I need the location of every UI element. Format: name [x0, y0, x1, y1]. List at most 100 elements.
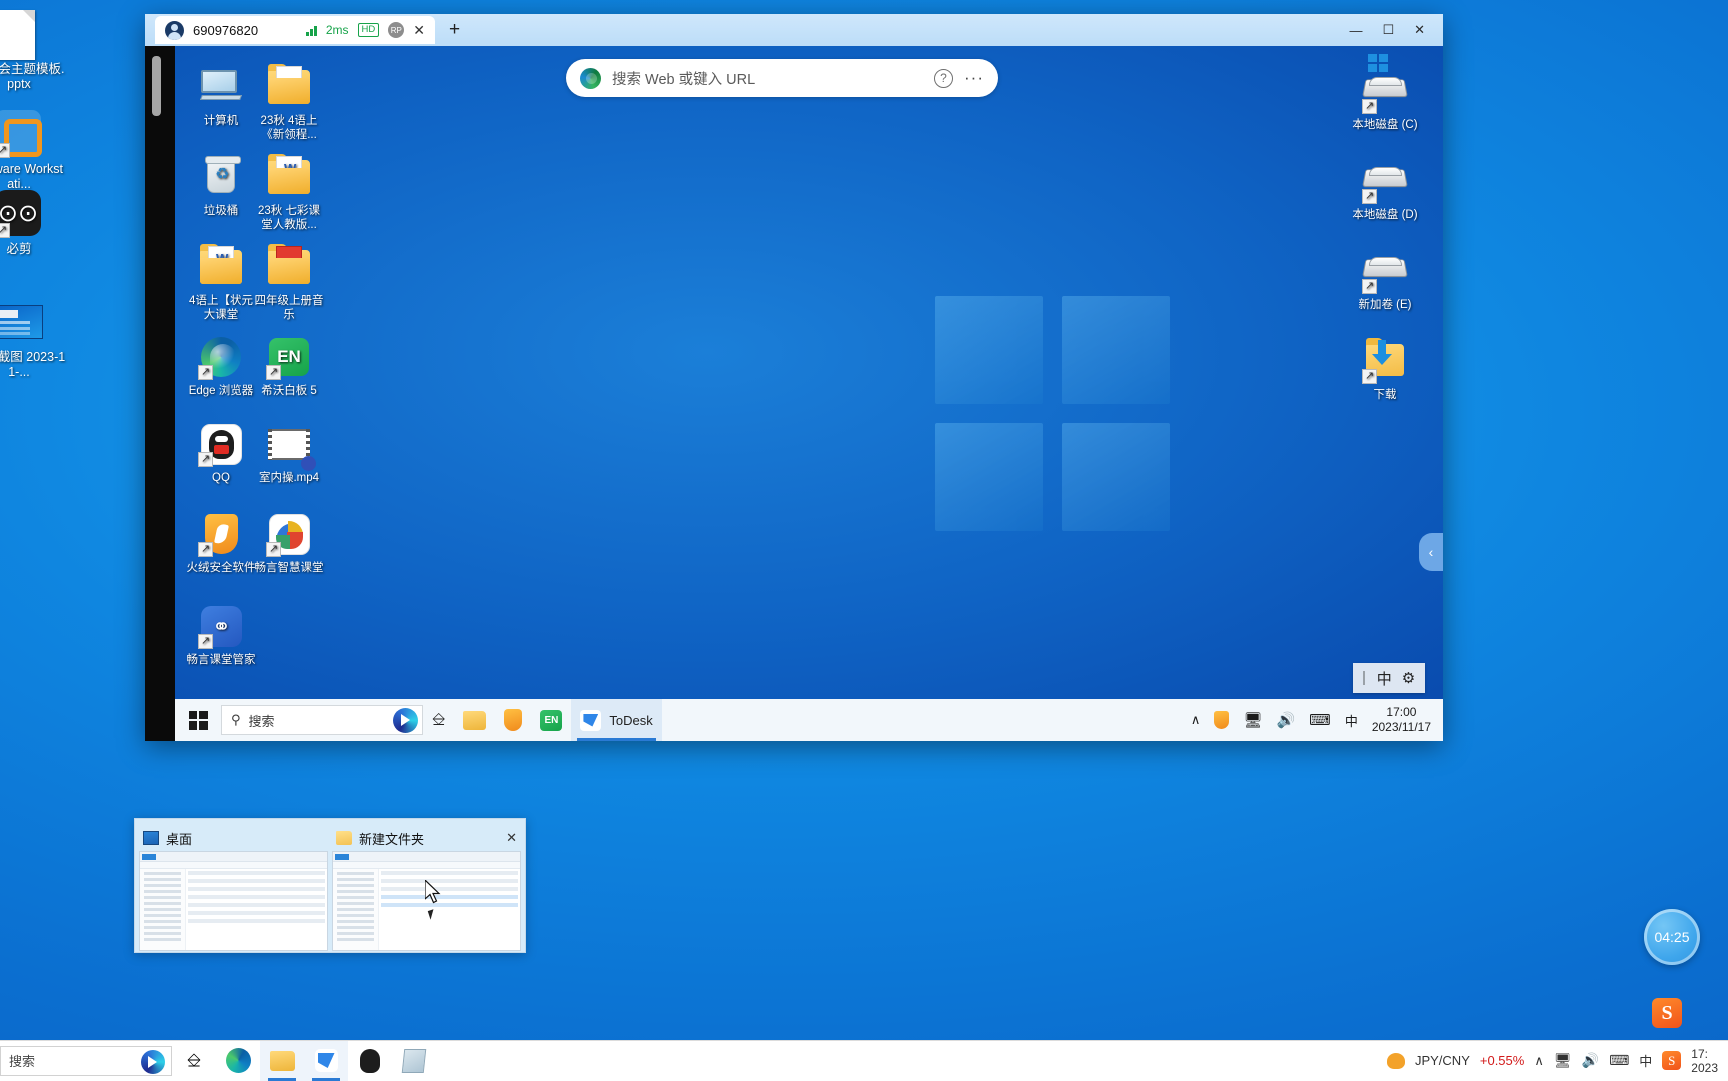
- close-tab-icon[interactable]: ✕: [413, 22, 425, 39]
- remote-scrollbar[interactable]: [145, 46, 175, 741]
- desktop-icon-label: 4语上【状元大课堂: [185, 294, 257, 322]
- maximize-button[interactable]: ☐: [1382, 22, 1394, 38]
- network-icon[interactable]: 🖥: [1243, 711, 1262, 729]
- close-button[interactable]: ✕: [1414, 22, 1425, 38]
- folder-icon: [198, 244, 244, 290]
- thumbnail-item-desktop[interactable]: 桌面: [139, 825, 328, 952]
- desktop-icon-changyan-classroom[interactable]: ↗ 畅言智慧课堂: [253, 511, 325, 575]
- sogou-icon[interactable]: S: [1662, 1051, 1681, 1070]
- tray-chevron-icon[interactable]: ∧: [1534, 1053, 1544, 1069]
- keyboard-icon[interactable]: ⌨: [1309, 711, 1331, 729]
- desktop-icon-bijian[interactable]: ⊙⊙ ↗ 必剪: [0, 190, 66, 257]
- taskbar-edge[interactable]: [216, 1041, 260, 1081]
- collapse-panel-button[interactable]: ‹: [1419, 533, 1443, 571]
- taskbar-task-view[interactable]: ⎒: [423, 699, 454, 741]
- taskbar-app-label: ToDesk: [609, 713, 652, 728]
- taskbar-task-view[interactable]: ⎒: [172, 1041, 216, 1081]
- ime-mode-label[interactable]: 中: [1377, 668, 1392, 689]
- taskbar-seewo[interactable]: EN: [531, 699, 571, 741]
- desktop-icon-qq[interactable]: ↗ QQ: [185, 421, 257, 485]
- desktop-icon-video-mp4[interactable]: 室内操.mp4: [253, 421, 325, 485]
- remote-desktop-screen[interactable]: 搜索 Web 或键入 URL ? ··· 计算机 23秋 4语上《新领程... …: [175, 46, 1443, 741]
- desktop-icon-folder-23qiu-qicai[interactable]: 23秋 七彩课堂人教版...: [253, 154, 325, 232]
- desktop-icon-label: 四年级上册音乐: [253, 294, 325, 322]
- cortana-icon[interactable]: [393, 708, 418, 733]
- tray-chevron-icon[interactable]: ∧: [1191, 712, 1201, 728]
- floating-timer-badge[interactable]: 04:25: [1644, 909, 1700, 965]
- desktop-icon-recycle-bin[interactable]: 垃圾桶: [185, 154, 257, 218]
- taskbar-huorong[interactable]: [495, 699, 531, 741]
- rp-badge[interactable]: RP: [388, 22, 404, 38]
- bijian-icon: ⊙⊙ ↗: [0, 190, 43, 238]
- host-taskbar[interactable]: 搜索 ⎒ JPY/CNY +0.55% ∧ 🖥 🔊: [0, 1040, 1728, 1080]
- quality-badge[interactable]: HD: [358, 23, 380, 37]
- thumbnail-header: 桌面: [139, 825, 328, 851]
- ime-floating-bar[interactable]: 中 ⚙: [1353, 663, 1425, 693]
- scrollbar-thumb[interactable]: [152, 56, 161, 116]
- folder-icon: [336, 831, 352, 845]
- outer-desktop[interactable]: 班队会主题模板.pptx ↗ VMware Workstati... ⊙⊙ ↗ …: [0, 0, 1728, 1080]
- desktop-icon-downloads[interactable]: ↗ 下载: [1349, 338, 1421, 402]
- todesk-window[interactable]: 690976820 2ms HD RP ✕ + — ☐ ✕: [145, 14, 1443, 741]
- window-controls[interactable]: — ☐ ✕: [1349, 22, 1443, 38]
- desktop-icon-folder-music[interactable]: 四年级上册音乐: [253, 244, 325, 322]
- desktop-icon-changyan-manager[interactable]: ⚭ ↗ 畅言课堂管家: [185, 603, 257, 667]
- host-system-tray[interactable]: JPY/CNY +0.55% ∧ 🖥 🔊 ⌨ 中 S 17: 2023: [1387, 1047, 1728, 1075]
- taskbar-thumbnail-preview[interactable]: 桌面 新建文件夹 ✕: [134, 818, 526, 953]
- gear-icon[interactable]: ⚙: [1402, 669, 1415, 687]
- desktop-icon-huorong[interactable]: ↗ 火绒安全软件: [185, 511, 257, 575]
- edge-address-bar[interactable]: 搜索 Web 或键入 URL ? ···: [566, 59, 998, 97]
- new-tab-button[interactable]: +: [449, 19, 460, 41]
- desktop-icon-drive-e[interactable]: ↗ 新加卷 (E): [1349, 248, 1421, 312]
- todesk-titlebar[interactable]: 690976820 2ms HD RP ✕ + — ☐ ✕: [145, 14, 1443, 46]
- thumbnail-image[interactable]: [139, 851, 328, 951]
- drag-handle[interactable]: [1363, 671, 1365, 685]
- search-input[interactable]: ⚲ 搜索: [221, 705, 423, 735]
- drive-icon: ↗: [1362, 68, 1408, 114]
- search-input[interactable]: 搜索: [0, 1046, 172, 1076]
- shortcut-arrow-icon: ↗: [198, 365, 213, 380]
- ime-mode-label[interactable]: 中: [1639, 1051, 1652, 1070]
- taskbar-todesk[interactable]: [304, 1041, 348, 1081]
- desktop-icon: [143, 831, 159, 845]
- ime-mode-label[interactable]: 中: [1345, 711, 1358, 730]
- signal-strength-icon: [306, 25, 317, 36]
- clock[interactable]: 17:00 2023/11/17: [1372, 705, 1431, 735]
- qq-icon: ↗: [198, 421, 244, 467]
- desktop-icon-label: 23秋 4语上《新领程...: [253, 114, 325, 142]
- sogou-input-float-icon[interactable]: S: [1652, 998, 1682, 1028]
- keyboard-icon[interactable]: ⌨: [1609, 1052, 1629, 1069]
- desktop-icon-computer[interactable]: 计算机: [185, 64, 257, 128]
- desktop-icon-vmware[interactable]: ↗ VMware Workstati...: [0, 110, 66, 192]
- network-icon[interactable]: 🖥: [1554, 1052, 1572, 1069]
- huorong-icon[interactable]: [1214, 711, 1229, 729]
- clock[interactable]: 17: 2023: [1691, 1047, 1718, 1075]
- taskbar-notepad[interactable]: [392, 1041, 436, 1081]
- desktop-icon-drive-c[interactable]: ↗ 本地磁盘 (C): [1349, 68, 1421, 132]
- downloads-folder-icon: ↗: [1362, 338, 1408, 384]
- remote-taskbar[interactable]: ⚲ 搜索 ⎒ EN: [175, 699, 1443, 741]
- desktop-icon-label: 火绒安全软件: [185, 561, 257, 575]
- help-icon[interactable]: ?: [934, 69, 953, 88]
- taskbar-file-explorer[interactable]: [454, 699, 495, 741]
- todesk-session-tab[interactable]: 690976820 2ms HD RP ✕: [155, 16, 435, 44]
- taskbar-file-explorer[interactable]: [260, 1041, 304, 1081]
- desktop-icon-drive-d[interactable]: ↗ 本地磁盘 (D): [1349, 158, 1421, 222]
- desktop-icon-folder-4yu-zhuangyuan[interactable]: 4语上【状元大课堂: [185, 244, 257, 322]
- windows-start-icon[interactable]: [175, 699, 221, 741]
- minimize-button[interactable]: —: [1349, 23, 1362, 38]
- taskbar-todesk[interactable]: ToDesk: [571, 699, 661, 741]
- cortana-icon[interactable]: [141, 1050, 165, 1074]
- more-options-icon[interactable]: ···: [964, 68, 984, 88]
- desktop-icon-seewo[interactable]: EN ↗ 希沃白板 5: [253, 334, 325, 398]
- close-icon[interactable]: ✕: [506, 830, 517, 846]
- desktop-icon-pptx[interactable]: 班队会主题模板.pptx: [0, 10, 66, 92]
- desktop-icon-label: 屏幕截图 2023-11-...: [0, 350, 66, 380]
- volume-icon[interactable]: 🔊: [1582, 1052, 1599, 1069]
- remote-system-tray[interactable]: ∧ 🖥 🔊 ⌨ 中 17:00 2023/11/17: [1191, 705, 1443, 735]
- desktop-icon-folder-23qiu-4yu[interactable]: 23秋 4语上《新领程...: [253, 64, 325, 142]
- desktop-icon-screenshot[interactable]: 屏幕截图 2023-11-...: [0, 298, 66, 380]
- desktop-icon-edge[interactable]: ↗ Edge 浏览器: [185, 334, 257, 398]
- volume-icon[interactable]: 🔊: [1276, 711, 1295, 729]
- taskbar-qq[interactable]: [348, 1041, 392, 1081]
